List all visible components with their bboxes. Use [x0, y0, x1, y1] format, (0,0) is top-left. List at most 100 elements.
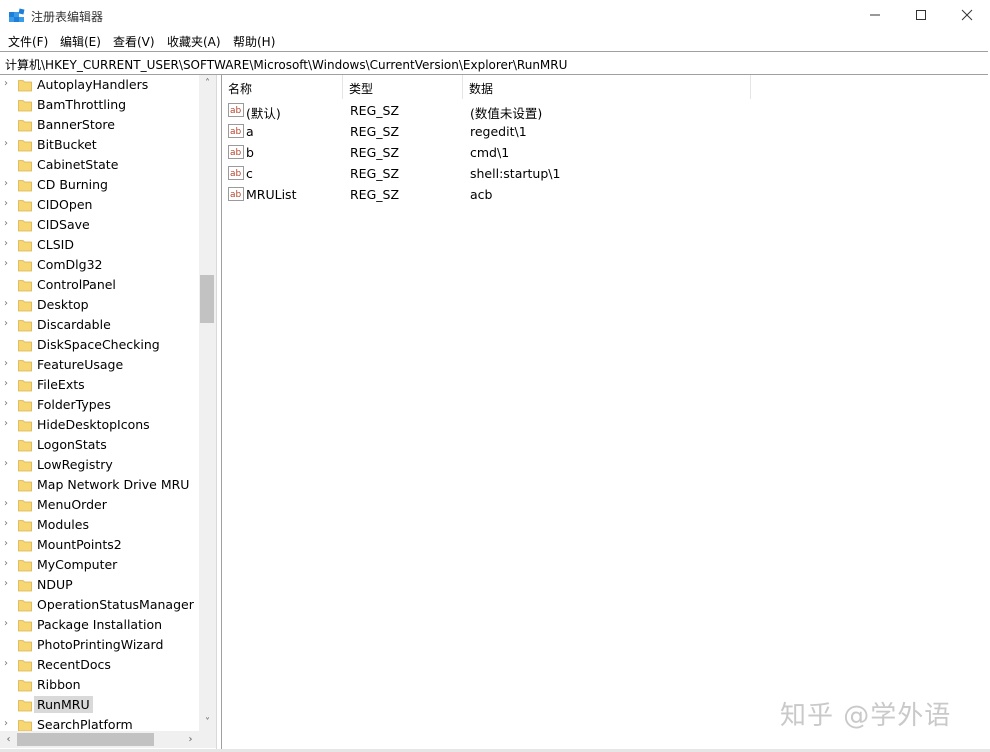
tree-item[interactable]: › FolderTypes: [0, 395, 198, 415]
expand-chevron-icon[interactable]: ›: [4, 79, 12, 89]
expand-chevron-icon[interactable]: ›: [4, 559, 12, 569]
tree-item[interactable]: ControlPanel: [0, 275, 198, 295]
expand-chevron-icon[interactable]: ›: [4, 519, 12, 529]
tree-item-label: ComDlg32: [37, 257, 103, 272]
tree-item[interactable]: › Modules: [0, 515, 198, 535]
tree-item[interactable]: › Discardable: [0, 315, 198, 335]
expand-chevron-icon[interactable]: ›: [4, 539, 12, 549]
tree-item-label: CLSID: [37, 237, 74, 252]
value-name-cell: b: [246, 145, 254, 160]
tree-item[interactable]: › BitBucket: [0, 135, 198, 155]
tree-item[interactable]: RunMRU: [0, 695, 198, 715]
menu-favorites[interactable]: 收藏夹(A): [167, 33, 221, 50]
scroll-down-icon[interactable]: ˅: [199, 714, 216, 731]
tree-item-label: CD Burning: [37, 177, 108, 192]
minimize-button[interactable]: [852, 0, 898, 30]
vertical-scroll-thumb[interactable]: [200, 275, 214, 323]
expand-chevron-icon[interactable]: ›: [4, 299, 12, 309]
expand-chevron-icon[interactable]: ›: [4, 619, 12, 629]
expand-chevron-icon[interactable]: ›: [4, 239, 12, 249]
tree-item[interactable]: › CD Burning: [0, 175, 198, 195]
folder-icon: [18, 560, 32, 572]
tree-item[interactable]: › CIDSave: [0, 215, 198, 235]
scroll-left-icon[interactable]: ‹: [0, 731, 17, 748]
horizontal-scroll-thumb[interactable]: [17, 733, 154, 746]
tree-item[interactable]: › MountPoints2: [0, 535, 198, 555]
folder-icon: [18, 320, 32, 332]
address-path[interactable]: 计算机\HKEY_CURRENT_USER\SOFTWARE\Microsoft…: [5, 56, 567, 73]
expand-chevron-icon[interactable]: ›: [4, 319, 12, 329]
tree-item[interactable]: › HideDesktopIcons: [0, 415, 198, 435]
tree-item[interactable]: CabinetState: [0, 155, 198, 175]
tree-item[interactable]: › NDUP: [0, 575, 198, 595]
expand-chevron-icon[interactable]: ›: [4, 719, 12, 729]
key-tree[interactable]: › AutoplayHandlers BamThrottling BannerStor…: [0, 75, 217, 751]
folder-icon: [18, 160, 32, 172]
folder-icon: [18, 300, 32, 312]
tree-item[interactable]: › Package Installation: [0, 615, 198, 635]
menu-file[interactable]: 文件(F): [8, 33, 48, 50]
value-row[interactable]: ab a REG_SZ regedit\1: [222, 121, 990, 142]
tree-item[interactable]: › CIDOpen: [0, 195, 198, 215]
tree-item[interactable]: › ComDlg32: [0, 255, 198, 275]
column-header-name[interactable]: 名称: [222, 75, 343, 99]
tree-item[interactable]: › MyComputer: [0, 555, 198, 575]
expand-chevron-icon[interactable]: ›: [4, 499, 12, 509]
tree-item[interactable]: › MenuOrder: [0, 495, 198, 515]
menu-view[interactable]: 查看(V): [113, 33, 155, 50]
menu-help[interactable]: 帮助(H): [233, 33, 275, 50]
folder-icon: [18, 580, 32, 592]
column-header-type[interactable]: 类型: [343, 75, 463, 99]
tree-item[interactable]: › LowRegistry: [0, 455, 198, 475]
column-header-data[interactable]: 数据: [463, 75, 751, 99]
expand-chevron-icon[interactable]: ›: [4, 139, 12, 149]
tree-item-label: BamThrottling: [37, 97, 127, 112]
value-type-cell: REG_SZ: [350, 166, 400, 181]
tree-item-label: FeatureUsage: [37, 357, 124, 372]
expand-chevron-icon[interactable]: ›: [4, 399, 12, 409]
tree-horizontal-scrollbar[interactable]: ‹ ›: [0, 731, 199, 748]
tree-item[interactable]: BannerStore: [0, 115, 198, 135]
value-row[interactable]: ab b REG_SZ cmd\1: [222, 142, 990, 163]
tree-item[interactable]: › CLSID: [0, 235, 198, 255]
tree-item[interactable]: OperationStatusManager: [0, 595, 198, 615]
tree-item[interactable]: Ribbon: [0, 675, 198, 695]
tree-vertical-scrollbar[interactable]: ˄ ˅: [199, 75, 216, 731]
value-row[interactable]: ab c REG_SZ shell:startup\1: [222, 163, 990, 184]
expand-chevron-icon[interactable]: ›: [4, 379, 12, 389]
expand-chevron-icon[interactable]: ›: [4, 359, 12, 369]
tree-item[interactable]: Map Network Drive MRU: [0, 475, 198, 495]
tree-item[interactable]: › AutoplayHandlers: [0, 75, 198, 95]
expand-chevron-icon[interactable]: ›: [4, 459, 12, 469]
maximize-button[interactable]: [898, 0, 944, 30]
tree-item[interactable]: PhotoPrintingWizard: [0, 635, 198, 655]
value-row[interactable]: ab (默认) REG_SZ (数值未设置): [222, 100, 990, 121]
close-button[interactable]: [944, 0, 990, 30]
tree-item[interactable]: › FeatureUsage: [0, 355, 198, 375]
tree-item[interactable]: BamThrottling: [0, 95, 198, 115]
tree-item[interactable]: › FileExts: [0, 375, 198, 395]
scroll-up-icon[interactable]: ˄: [199, 75, 216, 92]
expand-chevron-icon[interactable]: ›: [4, 199, 12, 209]
address-bar[interactable]: 计算机\HKEY_CURRENT_USER\SOFTWARE\Microsoft…: [0, 51, 988, 75]
scroll-right-icon[interactable]: ›: [182, 731, 199, 748]
tree-item-label: Ribbon: [37, 677, 81, 692]
tree-item[interactable]: › Desktop: [0, 295, 198, 315]
expand-chevron-icon[interactable]: ›: [4, 179, 12, 189]
tree-item-label: RecentDocs: [37, 657, 111, 672]
expand-chevron-icon[interactable]: ›: [4, 579, 12, 589]
tree-item[interactable]: › RecentDocs: [0, 655, 198, 675]
tree-item-label: CIDOpen: [37, 197, 93, 212]
value-list[interactable]: 名称 类型 数据 ab (默认) REG_SZ (数值未设置) ab a REG_SZ reg…: [221, 75, 990, 751]
folder-icon: [18, 420, 32, 432]
menu-edit[interactable]: 编辑(E): [60, 33, 101, 50]
value-data-cell: acb: [470, 187, 493, 202]
expand-chevron-icon[interactable]: ›: [4, 419, 12, 429]
expand-chevron-icon[interactable]: ›: [4, 219, 12, 229]
tree-item[interactable]: DiskSpaceChecking: [0, 335, 198, 355]
value-row[interactable]: ab MRUList REG_SZ acb: [222, 184, 990, 205]
tree-item[interactable]: LogonStats: [0, 435, 198, 455]
scrollbar-corner: [199, 731, 216, 748]
expand-chevron-icon[interactable]: ›: [4, 259, 12, 269]
expand-chevron-icon[interactable]: ›: [4, 659, 12, 669]
